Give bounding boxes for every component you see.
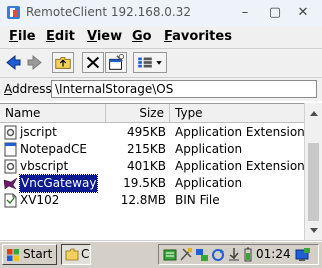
taskbar-window-button[interactable]: C: [61, 244, 91, 265]
properties-icon[interactable]: [105, 52, 127, 73]
file-size: 19.5KB: [123, 176, 166, 190]
file-row-notepadce[interactable]: NotepadCE 215KB Application: [0, 141, 304, 158]
start-button[interactable]: Start: [2, 244, 57, 265]
file-row-vbscript[interactable]: vbscript 401KB Application Extension: [0, 158, 305, 175]
file-type: Application: [175, 176, 243, 190]
file-type: BIN File: [175, 193, 220, 207]
file-type: Application Extension: [175, 159, 305, 173]
start-label: Start: [23, 247, 53, 261]
title-bar: RemoteClient 192.168.0.32 – ▢ ✕: [0, 0, 322, 28]
file-name: jscript: [20, 125, 57, 139]
close-button[interactable]: ✕: [294, 4, 312, 22]
menu-favorites-accel: F: [164, 29, 173, 44]
network-icon[interactable]: [195, 247, 209, 262]
usb-icon[interactable]: [227, 247, 241, 262]
scroll-up-arrow-icon[interactable]: [307, 107, 321, 119]
file-name: vbscript: [20, 159, 69, 173]
dll-icon: [4, 159, 17, 174]
window-title: RemoteClient 192.168.0.32: [26, 5, 192, 19]
file-type: Application: [175, 142, 243, 156]
menu-view-accel: V: [87, 29, 97, 44]
windows-flag-icon: [7, 249, 19, 261]
address-bar: Address: [0, 78, 322, 101]
sync-icon[interactable]: [211, 247, 225, 262]
menu-file-accel: F: [9, 29, 18, 44]
address-input[interactable]: [51, 80, 317, 98]
menu-file-rest: ile: [17, 29, 36, 44]
column-size[interactable]: Size: [106, 104, 170, 122]
up-folder-icon[interactable]: [52, 52, 74, 73]
menu-favorites[interactable]: Favorites: [164, 29, 232, 44]
menu-edit-accel: E: [46, 29, 55, 44]
file-name: NotepadCE: [20, 142, 87, 156]
file-row-jscript[interactable]: jscript 495KB Application Extension: [0, 124, 305, 141]
file-list: Name Size Type jscript 495KB Application…: [0, 103, 305, 241]
taskbar: Start C 01:24: [0, 241, 322, 268]
folder-icon: [65, 248, 79, 261]
vertical-scrollbar[interactable]: [304, 103, 322, 240]
file-name: XV102: [20, 193, 60, 207]
battery-icon[interactable]: [242, 247, 254, 262]
vnc-app-icon: [3, 177, 18, 190]
file-size: 401KB: [126, 159, 166, 173]
file-row-vncgateway[interactable]: VncGateway 19.5KB Application: [0, 174, 304, 193]
column-name[interactable]: Name: [0, 104, 106, 122]
view-mode-icon[interactable]: [133, 52, 167, 73]
menu-go[interactable]: Go: [132, 29, 152, 44]
menu-view-rest: iew: [96, 29, 123, 44]
menu-edit[interactable]: Edit: [46, 29, 75, 44]
maximize-button[interactable]: ▢: [266, 4, 284, 22]
desktop-icon[interactable]: [295, 247, 311, 263]
dll-icon: [4, 125, 17, 140]
delete-icon[interactable]: [82, 52, 104, 73]
exe-icon: [4, 142, 17, 157]
menu-go-rest: o: [142, 29, 152, 44]
bin-file-icon: [4, 193, 17, 208]
scroll-thumb[interactable]: [308, 143, 319, 221]
dropdown-arrow-icon[interactable]: [156, 61, 162, 65]
system-tray: 01:24: [158, 244, 319, 265]
menu-file[interactable]: File: [9, 29, 36, 44]
column-headers: Name Size Type: [0, 104, 304, 123]
minimize-button[interactable]: –: [236, 4, 254, 22]
menu-edit-rest: dit: [54, 29, 75, 44]
keyboard-icon[interactable]: [163, 247, 177, 262]
menu-view[interactable]: View: [87, 29, 122, 44]
connection-icon[interactable]: [179, 247, 193, 262]
toolbar: [0, 49, 322, 78]
file-name-selected: VncGateway: [18, 174, 99, 193]
menu-bar: File Edit View Go Favorites: [0, 27, 322, 49]
file-size: 12.8MB: [120, 193, 166, 207]
address-label: Address: [4, 82, 52, 96]
file-size: 215KB: [126, 142, 166, 156]
app-icon: [7, 6, 20, 19]
file-row-xv102[interactable]: XV102 12.8MB BIN File: [0, 192, 304, 209]
scroll-down-arrow-icon[interactable]: [307, 225, 321, 237]
menu-favorites-rest: avorites: [172, 29, 232, 44]
address-label-accel: A: [4, 82, 12, 96]
column-type[interactable]: Type: [170, 104, 304, 122]
forward-arrow-icon[interactable]: [26, 52, 44, 73]
clock: 01:24: [256, 247, 291, 261]
file-size: 495KB: [126, 125, 166, 139]
menu-go-accel: G: [132, 29, 143, 44]
back-arrow-icon[interactable]: [4, 52, 22, 73]
taskbar-window-label: C: [81, 247, 90, 261]
file-type: Application Extension: [175, 125, 305, 139]
